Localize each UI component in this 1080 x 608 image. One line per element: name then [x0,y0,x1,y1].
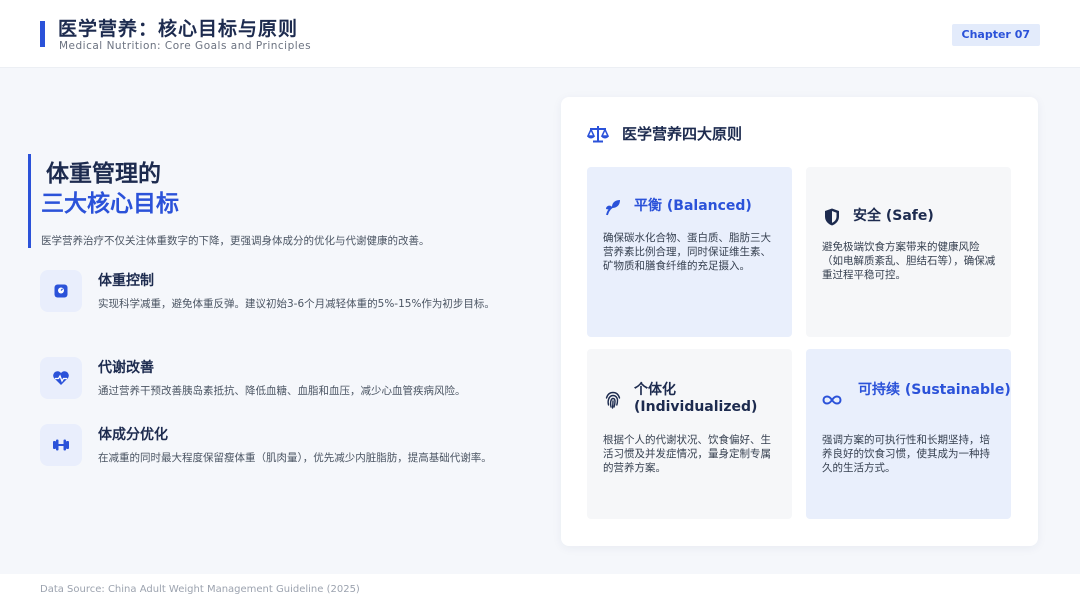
principle-card-individualized: 个体化 (Individualized) 根据个人的代谢状况、饮食偏好、生活习惯… [587,349,792,519]
card-title: 安全 (Safe) [853,208,934,224]
page-title: 医学营养：核心目标与原则 [58,18,299,40]
seedling-icon [606,200,620,216]
card-title: 个体化 (Individualized) [634,382,758,415]
card-desc: 强调方案的可执行性和长期坚持，培养良好的饮食习惯，使其成为一种持久的生活方式。 [822,434,990,474]
card-title: 平衡 (Balanced) [634,198,752,214]
principles-title: 医学营养四大原则 [622,125,743,143]
goal-title: 体重控制 [98,273,154,289]
card-desc: 避免极端饮食方案带来的健康风险（如电解质紊乱、胆结石等），确保减重过程平稳可控。 [822,241,996,281]
footer: Data Source: China Adult Weight Manageme… [0,574,1080,608]
principle-card-sustainable: 可持续 (Sustainable) 强调方案的可执行性和长期坚持，培养良好的饮食… [806,349,1011,519]
page-subtitle: Medical Nutrition: Core Goals and Princi… [59,40,312,52]
goal-desc: 通过营养干预改善胰岛素抵抗、降低血糖、血脂和血压，减少心血管疾病风险。 [98,385,466,397]
goal-metabolic: 代谢改善 通过营养干预改善胰岛素抵抗、降低血糖、血脂和血压，减少心血管疾病风险。 [40,357,540,407]
dumbbell-icon [40,424,82,466]
goal-title: 代谢改善 [98,360,154,376]
principles-panel: 医学营养四大原则 平衡 (Balanced) 确保碳水化合物、蛋白质、脂肪三大营… [561,97,1038,546]
balance-scale-icon [587,126,609,143]
goal-body-composition: 体成分优化 在减重的同时最大程度保留瘦体重（肌肉量），优先减少内脏脂肪，提高基础… [40,424,540,474]
goals-heading-line1: 体重管理的 [46,161,161,187]
goal-title: 体成分优化 [98,427,168,443]
chapter-badge: Chapter 07 [951,24,1040,46]
header: 医学营养：核心目标与原则 Medical Nutrition: Core Goa… [0,0,1080,68]
goals-accent-bar [28,154,31,248]
principle-card-balanced: 平衡 (Balanced) 确保碳水化合物、蛋白质、脂肪三大营养素比例合理，同时… [587,167,792,337]
principle-card-safe: 安全 (Safe) 避免极端饮食方案带来的健康风险（如电解质紊乱、胆结石等），确… [806,167,1011,337]
card-desc: 确保碳水化合物、蛋白质、脂肪三大营养素比例合理，同时保证维生素、矿物质和膳食纤维… [603,232,771,272]
card-desc: 根据个人的代谢状况、饮食偏好、生活习惯及并发症情况，量身定制专属的营养方案。 [603,434,771,474]
title-accent-bar [40,21,45,47]
card-title: 可持续 (Sustainable) [858,382,1011,398]
fingerprint-icon [605,391,621,409]
goal-desc: 实现科学减重，避免体重反弹。建议初始3-6个月减轻体重的5%-15%作为初步目标… [98,298,495,310]
shield-icon [825,208,839,226]
goals-intro: 医学营养治疗不仅关注体重数字的下降，更强调身体成分的优化与代谢健康的改善。 [41,235,430,247]
data-source: Data Source: China Adult Weight Manageme… [40,584,360,595]
goal-desc: 在减重的同时最大程度保留瘦体重（肌肉量），优先减少内脏脂肪，提高基础代谢率。 [98,452,492,464]
heartbeat-icon [40,357,82,399]
scale-icon [40,270,82,312]
goals-heading-line2: 三大核心目标 [41,191,179,217]
goal-weight-control: 体重控制 实现科学减重，避免体重反弹。建议初始3-6个月减轻体重的5%-15%作… [40,270,540,320]
infinity-icon [822,395,842,405]
